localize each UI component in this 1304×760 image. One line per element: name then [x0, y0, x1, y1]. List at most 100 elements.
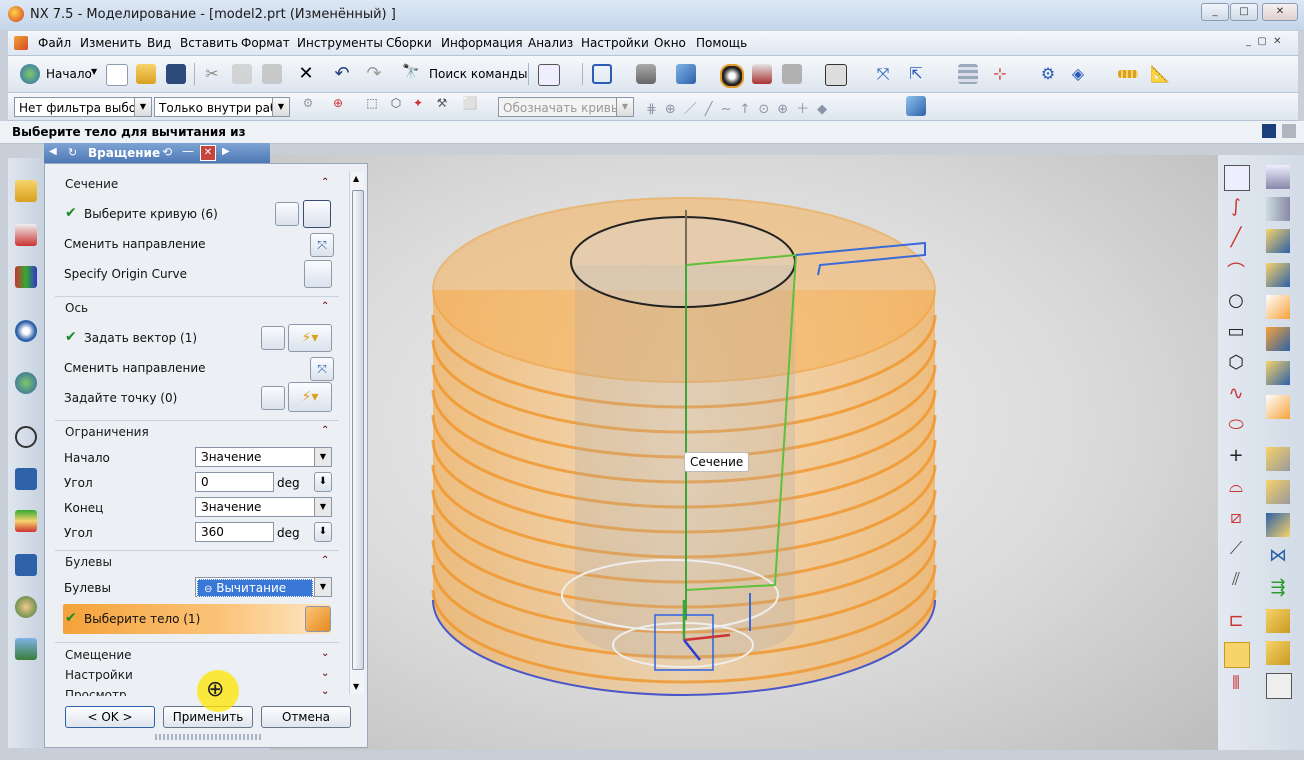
end-angle-input[interactable]: 360 [195, 522, 274, 542]
scroll-down-icon[interactable]: ▼ [353, 682, 359, 691]
open-folder-icon[interactable] [136, 64, 156, 84]
command-finder-button[interactable]: Поиск команды [429, 67, 527, 81]
system-scene-icon[interactable] [15, 638, 37, 660]
close-button[interactable]: ✕ [1262, 3, 1298, 21]
layer-icon[interactable] [958, 64, 978, 84]
boolean-select[interactable]: ⊖ Вычитание ▼ [195, 577, 332, 597]
move-icon[interactable]: ⇱ [906, 64, 926, 84]
line-icon[interactable]: ╱ [1224, 227, 1248, 251]
chevron-down-icon[interactable]: ⌄ [321, 668, 329, 679]
pattern-icon[interactable] [1266, 609, 1290, 633]
ellipse-icon[interactable]: ⬭ [1224, 414, 1248, 438]
manufacturing-wizards-icon[interactable] [15, 554, 37, 576]
circle-icon[interactable]: ○ [1224, 290, 1248, 314]
menu-window[interactable]: Окно [654, 36, 686, 50]
scope-select[interactable]: Только внутри рабо ▼ [154, 97, 290, 117]
intersect-icon[interactable] [1266, 513, 1290, 537]
pocket-icon[interactable] [1266, 295, 1290, 319]
background-icon[interactable] [825, 64, 847, 86]
sketch-section-button[interactable] [275, 202, 299, 226]
chevron-up-icon[interactable]: ⌃ [321, 177, 329, 188]
sketch-task-icon[interactable] [1224, 165, 1250, 191]
fit-view-icon[interactable] [592, 64, 612, 84]
pad-icon[interactable] [1266, 327, 1290, 351]
redo-icon[interactable]: ↷ [364, 64, 384, 84]
vector-label[interactable]: Задать вектор (1) [84, 331, 197, 345]
graphics-window[interactable]: Сечение [270, 155, 1218, 750]
select-body-button[interactable] [305, 606, 331, 632]
reuse-library-icon[interactable] [15, 266, 37, 288]
preview-title[interactable]: Просмотр [65, 688, 127, 696]
scroll-thumb[interactable] [352, 190, 364, 670]
assembly-navigator-icon[interactable] [15, 180, 37, 202]
dimension-icon[interactable]: ⫴ [1224, 673, 1248, 697]
edge-select-icon[interactable]: ⚒ [432, 96, 452, 116]
assembly-filter-icon[interactable]: ⚙ [298, 96, 318, 116]
system-materials-icon[interactable] [15, 468, 37, 490]
chevron-up-icon[interactable]: ⌃ [321, 425, 329, 436]
quick-pick-icon[interactable] [906, 96, 926, 116]
type-filter-select[interactable]: Нет фильтра выбор ▼ [14, 97, 152, 117]
point-dialog-button[interactable] [261, 386, 285, 410]
vector-dialog-button[interactable] [261, 326, 285, 350]
undo-icon[interactable]: ↶ [332, 64, 352, 84]
shell-icon[interactable] [1266, 673, 1292, 699]
offset-title[interactable]: Смещение [65, 648, 132, 662]
menu-edit[interactable]: Изменить [80, 36, 142, 50]
body-select-icon[interactable]: ⬡ [386, 96, 406, 116]
polygon-icon[interactable]: ⬡ [1224, 352, 1248, 376]
point-icon[interactable]: + [1224, 445, 1248, 469]
rectangle-icon[interactable]: ▭ [1224, 321, 1248, 345]
menu-analysis[interactable]: Анализ [528, 36, 573, 50]
roles-icon[interactable] [15, 596, 37, 618]
shaded-icon[interactable] [752, 64, 772, 84]
app-menu-icon[interactable] [14, 36, 28, 50]
paste-icon[interactable] [262, 64, 282, 84]
cylinder-icon[interactable] [1266, 395, 1290, 419]
face-select-icon[interactable]: ✦ [408, 96, 428, 116]
copy-icon[interactable] [232, 64, 252, 84]
select-curve-label[interactable]: Выберите кривую (6) [84, 207, 218, 221]
ok-button[interactable]: < OK > [65, 706, 155, 728]
inferred-point-select[interactable]: ⚡▾ [288, 382, 332, 412]
selection-filter-icon[interactable] [538, 64, 560, 86]
reset-icon[interactable]: ⟲ [162, 145, 172, 159]
new-file-icon[interactable] [106, 64, 128, 86]
previous-dialog-icon[interactable]: ◀ [49, 146, 57, 157]
history-icon[interactable] [15, 426, 37, 448]
cut-icon[interactable]: ✂ [202, 64, 222, 84]
coordinate-icon[interactable]: ⊹ [990, 64, 1010, 84]
menu-assemblies[interactable]: Сборки [386, 36, 432, 50]
command-finder-icon[interactable]: 🔭 [401, 64, 421, 84]
resize-grip[interactable] [155, 734, 261, 740]
chevron-up-icon[interactable]: ⌃ [321, 301, 329, 312]
start-angle-menu-button[interactable]: ⬇ [314, 472, 332, 492]
close-dialog-icon[interactable]: ✕ [200, 145, 216, 161]
delete-icon[interactable]: ✕ [296, 64, 316, 84]
maximize-button[interactable]: □ [1230, 3, 1258, 21]
web-browser-icon[interactable] [15, 372, 37, 394]
start-button[interactable]: Начало [46, 67, 92, 81]
boss-icon[interactable] [1266, 263, 1290, 287]
edge-display-icon[interactable] [720, 64, 744, 88]
fillet-icon[interactable]: ⌓ [1224, 476, 1248, 500]
revolve-icon[interactable] [1266, 197, 1290, 221]
collapse-icon[interactable]: — [182, 144, 194, 158]
menu-file[interactable]: Файл [38, 36, 71, 50]
curve-rule-select[interactable]: Обозначать кривые ▼ [498, 97, 634, 117]
mirror-icon[interactable]: ⊏ [1224, 610, 1248, 634]
dialog-title-bar[interactable]: ◀ ↻ Вращение ⟲ — ✕ ▶ [44, 143, 270, 163]
menu-format[interactable]: Формат [241, 36, 290, 50]
chevron-down-icon[interactable]: ⌄ [321, 648, 329, 659]
analysis-icon[interactable]: ⚙ [1038, 64, 1058, 84]
split-body-icon[interactable]: ⇶ [1266, 577, 1290, 601]
trim-icon[interactable]: ⟋ [1224, 538, 1248, 562]
unite-icon[interactable] [1266, 447, 1290, 471]
measure-distance-icon[interactable] [1118, 70, 1138, 78]
subtract-icon[interactable] [1266, 480, 1290, 504]
extrude-icon[interactable] [1266, 165, 1290, 189]
menu-information[interactable]: Информация [441, 36, 523, 50]
end-select[interactable]: Значение ▼ [195, 497, 332, 517]
wireframe-icon[interactable] [782, 64, 802, 84]
minimize-button[interactable]: _ [1201, 3, 1229, 21]
